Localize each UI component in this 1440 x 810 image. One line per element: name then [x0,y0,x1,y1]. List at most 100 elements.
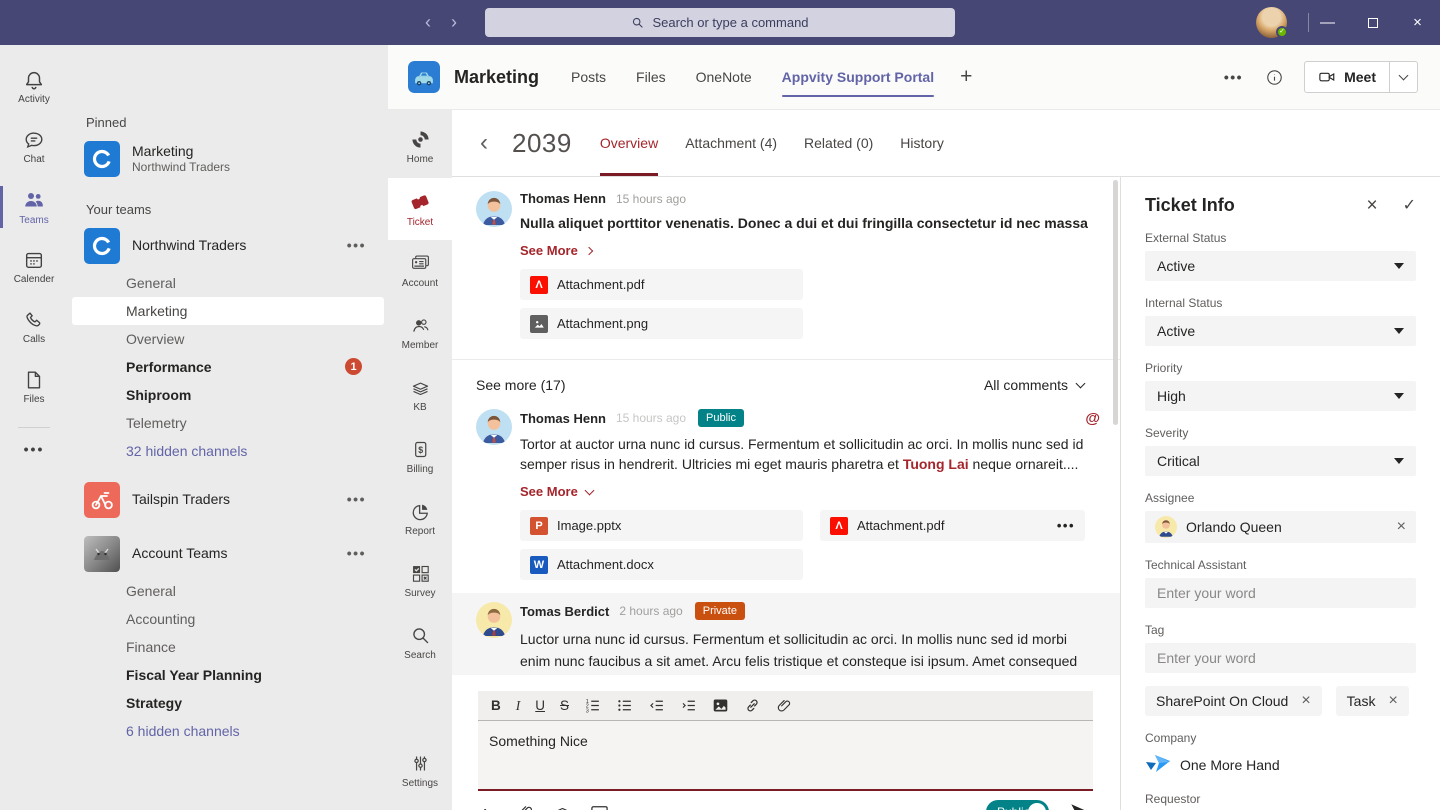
back-arrow-icon[interactable]: ‹ [425,12,431,33]
see-more-link[interactable]: See More [520,484,1100,499]
app-rail-member[interactable]: Member [388,302,452,364]
forward-arrow-icon[interactable]: › [451,12,457,33]
tag-input[interactable] [1157,650,1404,666]
external-status-dropdown[interactable]: Active [1145,251,1416,281]
channel-marketing[interactable]: Marketing [72,297,384,325]
team-options-button[interactable]: ••• [347,237,366,253]
close-icon[interactable]: × [1366,196,1377,215]
attachment-chip-pdf[interactable]: Λ Attachment.pdf [520,269,803,300]
app-rail-survey[interactable]: Survey [388,550,452,612]
channel-strategy[interactable]: Strategy [68,689,388,717]
search-input[interactable]: Search or type a command [485,8,955,37]
app-rail-kb[interactable]: KB [388,364,452,426]
priority-dropdown[interactable]: High [1145,381,1416,411]
comments-scrollbar[interactable] [1113,180,1118,425]
rail-item-calls[interactable]: Calls [0,297,68,357]
channel-shiproom[interactable]: Shiproom [68,381,388,409]
mention-link[interactable]: Tuong Lai [903,456,969,472]
team-options-button[interactable]: ••• [347,545,366,561]
numbered-list-icon[interactable]: 123 [584,697,601,714]
remove-tag-icon[interactable]: × [1388,693,1397,709]
hidden-channels-link[interactable]: 32 hidden channels [68,437,388,465]
info-icon[interactable] [1265,68,1284,87]
format-icon[interactable]: A [480,803,499,810]
back-button[interactable]: ‹ [480,131,488,155]
strikethrough-button[interactable]: S [560,698,569,713]
remove-tag-icon[interactable]: × [1301,693,1310,709]
severity-dropdown[interactable]: Critical [1145,446,1416,476]
team-northwind-traders[interactable]: Northwind Traders ••• [68,225,388,267]
rail-item-teams[interactable]: Teams [0,177,68,237]
public-private-toggle[interactable]: Public [986,800,1049,810]
rail-item-calendar[interactable]: Calender [0,237,68,297]
assignee-picker[interactable]: Orlando Queen × [1145,511,1416,543]
contact-card-icon[interactable] [590,803,609,810]
hidden-channels-link[interactable]: 6 hidden channels [68,717,388,745]
bulleted-list-icon[interactable] [616,697,633,714]
add-tab-button[interactable]: + [960,65,972,89]
ticket-tab-history[interactable]: History [900,110,944,176]
italic-button[interactable]: I [516,698,521,714]
app-rail-label: Report [405,526,435,537]
meet-button[interactable]: Meet [1304,61,1418,93]
app-rail-home[interactable]: Home [388,116,452,178]
team-options-button[interactable]: ••• [347,491,366,507]
technical-assistant-input[interactable] [1157,585,1404,601]
send-button[interactable] [1069,801,1091,810]
channel-general-account[interactable]: General [68,577,388,605]
attachment-chip-pptx[interactable]: P Image.pptx [520,510,803,541]
attach-file-icon[interactable] [776,697,793,714]
comment-input[interactable]: Something Nice [478,721,1093,791]
channel-overview[interactable]: Overview [68,325,388,353]
remove-assignee-icon[interactable]: × [1397,519,1406,535]
see-more-link[interactable]: See More [520,243,1100,258]
save-check-icon[interactable]: ✓ [1403,198,1416,214]
outdent-icon[interactable] [648,697,665,714]
tab-appvity-support-portal[interactable]: Appvity Support Portal [782,69,934,85]
channel-accounting[interactable]: Accounting [68,605,388,633]
attachment-chip-png[interactable]: Attachment.png [520,308,803,339]
team-account-teams[interactable]: Account Teams ••• [68,533,388,575]
indent-icon[interactable] [680,697,697,714]
tab-onenote[interactable]: OneNote [696,69,752,85]
kb-article-icon[interactable] [553,803,572,810]
pinned-channel-marketing[interactable]: Marketing Northwind Traders [68,138,388,180]
rail-item-activity[interactable]: Activity [0,57,68,117]
insert-image-icon[interactable] [712,697,729,714]
tab-files[interactable]: Files [636,69,666,85]
ticket-tab-attachment[interactable]: Attachment (4) [685,110,777,176]
rail-item-chat[interactable]: Chat [0,117,68,177]
rail-more-button[interactable]: ••• [0,432,68,466]
tab-posts[interactable]: Posts [571,69,606,85]
attachment-options-button[interactable]: ••• [1057,518,1075,533]
insert-link-icon[interactable] [744,697,761,714]
channel-fiscal-year-planning[interactable]: Fiscal Year Planning [68,661,388,689]
app-rail-report[interactable]: Report [388,488,452,550]
attachment-chip-docx[interactable]: W Attachment.docx [520,549,803,580]
ticket-tab-related[interactable]: Related (0) [804,110,873,176]
minimize-button[interactable]: — [1305,0,1350,45]
app-rail-billing[interactable]: $ Billing [388,426,452,488]
maximize-button[interactable] [1350,0,1395,45]
channel-general[interactable]: General [68,269,388,297]
rail-item-files[interactable]: Files [0,357,68,417]
channel-finance[interactable]: Finance [68,633,388,661]
meet-dropdown-button[interactable] [1390,75,1417,79]
app-rail-account[interactable]: Account [388,240,452,302]
channel-telemetry[interactable]: Telemetry [68,409,388,437]
close-button[interactable]: × [1395,0,1440,45]
app-rail-ticket[interactable]: Ticket [388,178,452,240]
bold-button[interactable]: B [491,698,501,713]
see-more-comments-link[interactable]: See more (17) [476,377,565,393]
internal-status-dropdown[interactable]: Active [1145,316,1416,346]
app-rail-search[interactable]: Search [388,612,452,674]
team-tailspin-traders[interactable]: Tailspin Traders ••• [68,479,388,521]
comments-filter-dropdown[interactable]: All comments [984,377,1084,393]
attachment-chip-pdf[interactable]: Λ Attachment.pdf ••• [820,510,1085,541]
channel-performance[interactable]: Performance1 [68,353,388,381]
ticket-tab-overview[interactable]: Overview [600,110,658,176]
attach-file-icon[interactable] [517,803,535,810]
channel-more-button[interactable]: ••• [1224,69,1243,85]
app-rail-settings[interactable]: Settings [388,740,452,802]
underline-button[interactable]: U [535,698,545,713]
